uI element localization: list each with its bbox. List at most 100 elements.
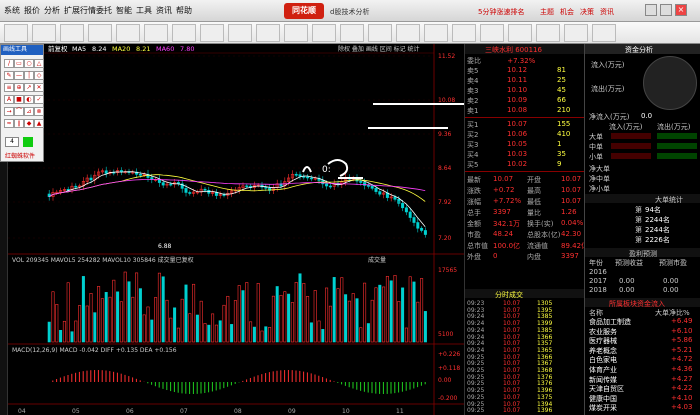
tab-decision[interactable]: 决策 [580, 7, 594, 17]
color-swatch[interactable] [23, 137, 33, 147]
draw-tool-13[interactable]: ■ [14, 95, 24, 104]
stat-key: 金额 [467, 220, 481, 228]
toolbar-button-1[interactable] [32, 24, 56, 42]
draw-tool-8[interactable]: ≡ [4, 83, 14, 92]
sector-name[interactable]: 白色家电 [589, 355, 617, 365]
toolbar-button-4[interactable] [116, 24, 140, 42]
draw-tool-14[interactable]: ◐ [24, 95, 34, 104]
toolbar-button-3[interactable] [88, 24, 112, 42]
draw-tool-5[interactable]: — [14, 71, 24, 80]
stat-key: 涨幅 [467, 198, 481, 206]
draw-tool-4[interactable]: ✎ [4, 71, 14, 80]
draw-tool-16[interactable]: → [4, 107, 14, 116]
draw-tool-19[interactable]: ⊗ [34, 107, 44, 116]
draw-tool-10[interactable]: ↗ [24, 83, 34, 92]
draw-tool-15[interactable]: ✓ [34, 95, 44, 104]
sector-name[interactable]: 新闻传媒 [589, 375, 617, 385]
stock-name[interactable]: 三峡水利 600116 [485, 45, 542, 55]
bid-row[interactable]: 买5 10.02 9 [467, 160, 583, 169]
menu-extended[interactable]: 扩展行情 [64, 5, 96, 16]
speed-rank-link[interactable]: 5分钟涨速排名 [478, 7, 524, 17]
toolbar-button-13[interactable] [368, 24, 392, 42]
draw-tool-7[interactable]: ◇ [34, 71, 44, 80]
menu-analysis[interactable]: 分析 [44, 5, 60, 16]
ask-row[interactable]: 卖2 10.09 66 [467, 96, 583, 105]
money-flow-header: 资金分析 [625, 46, 653, 54]
draw-tool-22[interactable]: ◆ [24, 119, 34, 128]
ask-row[interactable]: 卖1 10.08 210 [467, 106, 583, 115]
toolbar-button-11[interactable] [312, 24, 336, 42]
toolbar-button-15[interactable] [424, 24, 448, 42]
toolbar-button-16[interactable] [452, 24, 476, 42]
draw-tool-20[interactable]: ≈ [4, 119, 14, 128]
tab-theme[interactable]: 主题 [540, 7, 554, 17]
price-axis-label: 11.52 [438, 53, 455, 60]
toolbar-button-19[interactable] [536, 24, 560, 42]
draw-tool-1[interactable]: ▭ [14, 59, 24, 68]
toolbar-button-18[interactable] [508, 24, 532, 42]
drawing-tools-footer[interactable]: 红蜘蛛软件 [5, 151, 35, 160]
ask-row[interactable]: 卖5 10.12 81 [467, 66, 583, 75]
toolbar-button-6[interactable] [172, 24, 196, 42]
bid-row[interactable]: 买4 10.03 35 [467, 150, 583, 159]
sector-ratio: +4.22 [671, 384, 693, 393]
menu-tools[interactable]: 工具 [136, 5, 152, 16]
menu-news[interactable]: 资讯 [156, 5, 172, 16]
volume-bar [116, 291, 120, 343]
bid-row[interactable]: 买1 10.07 155 [467, 120, 583, 129]
toolbar-button-2[interactable] [60, 24, 84, 42]
kline-chart[interactable]: 前复权 MA5 8.24 MA20 8.21 MA60 7.80 除权 叠加 画… [8, 44, 464, 415]
menu-smart[interactable]: 智能 [116, 5, 132, 16]
toolbar-button-7[interactable] [200, 24, 224, 42]
toolbar-button-9[interactable] [256, 24, 280, 42]
order-size-label: 大单 [589, 133, 603, 141]
candle-body [298, 174, 302, 177]
ask-row[interactable]: 卖3 10.10 45 [467, 86, 583, 95]
draw-tool-11[interactable]: ✕ [34, 83, 44, 92]
draw-tool-17[interactable]: ⌒ [14, 107, 24, 116]
sector-name[interactable]: 养老概念 [589, 346, 617, 356]
volume-bar [355, 298, 359, 343]
toolbar-button-10[interactable] [284, 24, 308, 42]
menu-quote[interactable]: 报价 [24, 5, 40, 16]
toolbar-button-8[interactable] [228, 24, 252, 42]
tab-info[interactable]: 资讯 [600, 7, 614, 17]
sector-name[interactable]: 医疗器械 [589, 336, 617, 346]
draw-tool-6[interactable]: │ [24, 71, 34, 80]
toolbar-button-0[interactable] [4, 24, 28, 42]
line-width-select[interactable]: 4 [5, 137, 19, 147]
draw-tool-0[interactable]: / [4, 59, 14, 68]
maximize-button[interactable] [660, 4, 672, 16]
sector-name[interactable]: 天津自贸区 [589, 384, 624, 394]
toolbar-button-12[interactable] [340, 24, 364, 42]
sector-name[interactable]: 体育产业 [589, 365, 617, 375]
draw-tool-2[interactable]: ○ [24, 59, 34, 68]
draw-tool-21[interactable]: ∥ [14, 119, 24, 128]
sector-name[interactable]: 食品加工制造 [589, 317, 631, 327]
toolbar-button-14[interactable] [396, 24, 420, 42]
draw-tool-18[interactable]: ⊿ [24, 107, 34, 116]
net-order-label: 净小单 [589, 185, 610, 193]
toolbar-button-20[interactable] [564, 24, 588, 42]
toolbar-button-21[interactable] [592, 24, 616, 42]
toolbar-button-5[interactable] [144, 24, 168, 42]
minimize-button[interactable] [645, 4, 657, 16]
bid-row[interactable]: 买3 10.05 1 [467, 140, 583, 149]
ask-row[interactable]: 卖4 10.11 25 [467, 76, 583, 85]
draw-tool-23[interactable]: ▲ [34, 119, 44, 128]
net-inflow-label: 净流入(万元) [589, 113, 630, 121]
sector-name[interactable]: 健康中国 [589, 394, 617, 404]
toolbar-button-17[interactable] [480, 24, 504, 42]
tab-chance[interactable]: 机会 [560, 7, 574, 17]
draw-tool-12[interactable]: A [4, 95, 14, 104]
draw-tool-9[interactable]: ⊕ [14, 83, 24, 92]
sector-name[interactable]: 农业服务 [589, 327, 617, 337]
bid-row[interactable]: 买2 10.06 410 [467, 130, 583, 139]
menu-help[interactable]: 帮助 [176, 5, 192, 16]
flow-col-out: 流出(万元) [657, 123, 691, 131]
menu-system[interactable]: 系统 [4, 5, 20, 16]
draw-tool-3[interactable]: △ [34, 59, 44, 68]
menu-order[interactable]: 委托 [96, 5, 112, 16]
close-button[interactable]: × [675, 4, 687, 16]
sector-name[interactable]: 煤炭开采 [589, 403, 617, 413]
